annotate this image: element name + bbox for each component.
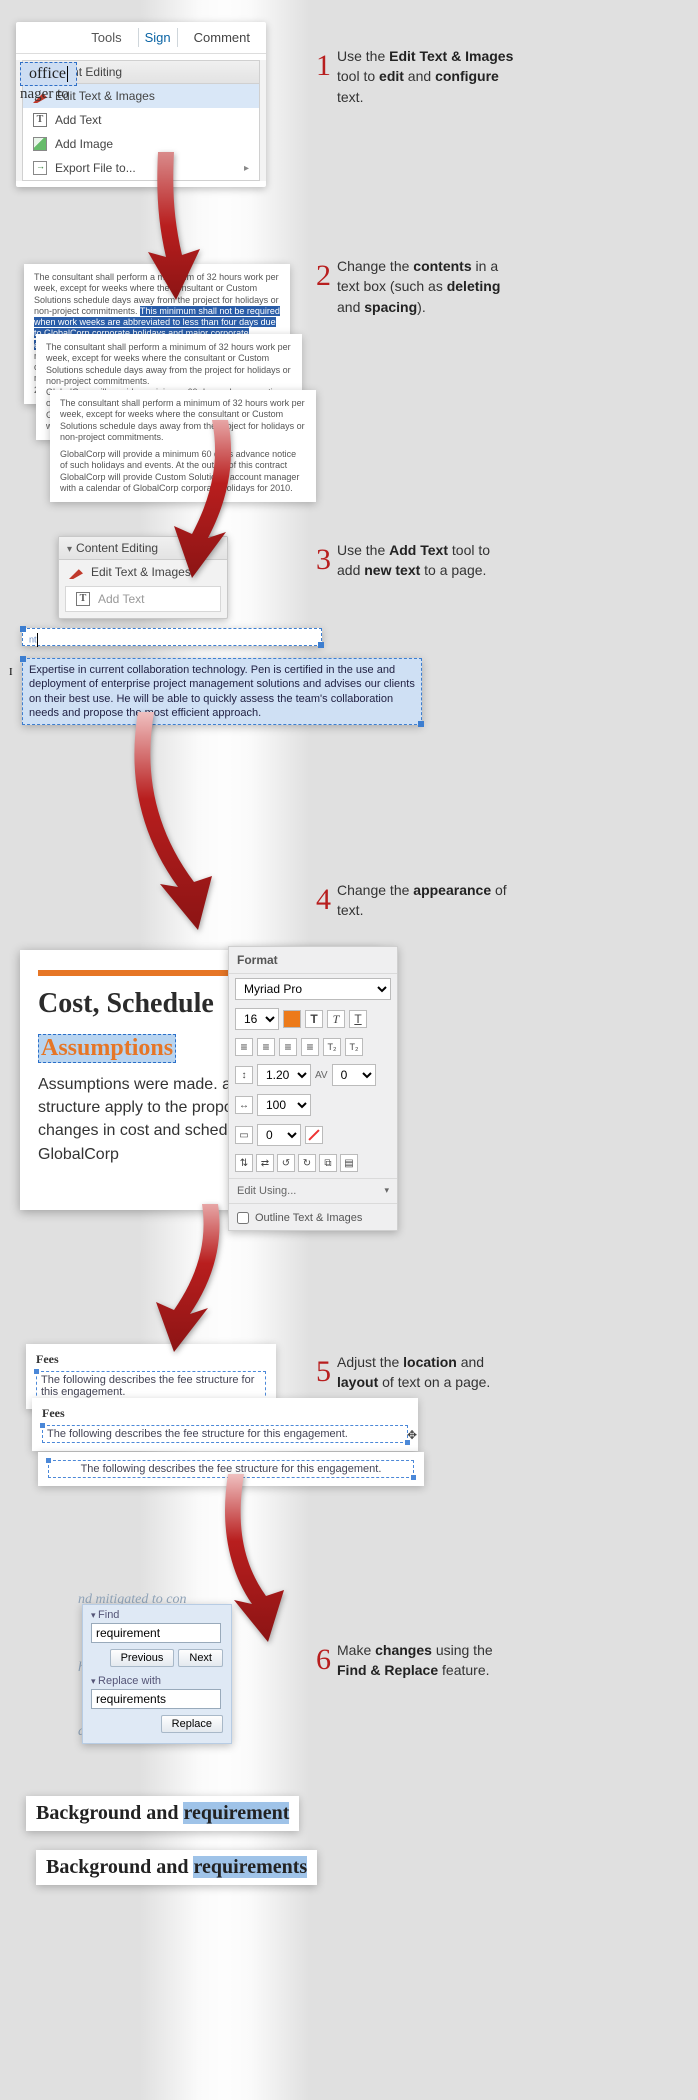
arrow-3-4: [118, 712, 238, 937]
tab-bar: Tools Sign Comment: [16, 22, 266, 54]
selected-text-office[interactable]: office: [20, 62, 77, 86]
text-cursor-icon: [37, 633, 38, 647]
flip-h-button[interactable]: ⇄: [256, 1154, 274, 1172]
step-1-caption: 1 Use the Edit Text & Images tool to edi…: [316, 46, 516, 107]
align-left-button[interactable]: ≡: [235, 1038, 253, 1056]
char-spacing-select[interactable]: 0: [332, 1064, 376, 1086]
char-spacing-label: AV: [315, 1070, 328, 1081]
previous-button[interactable]: Previous: [110, 1649, 175, 1667]
arrow-1-2: [128, 152, 208, 307]
crop-button[interactable]: ⧉: [319, 1154, 337, 1172]
chevron-right-icon: ▸: [244, 163, 249, 174]
stroke-width-icon: ▭: [235, 1126, 253, 1144]
arrow-2-3: [168, 420, 268, 585]
doc-text-fragment: nager to: [20, 86, 69, 103]
horizontal-scale-select[interactable]: 100: [257, 1094, 311, 1116]
line-height-select[interactable]: 1.20: [257, 1064, 311, 1086]
arrow-4-5: [148, 1204, 248, 1359]
replace-image-button[interactable]: ▤: [340, 1154, 358, 1172]
underline-button[interactable]: T: [349, 1010, 367, 1028]
line-height-icon: ↕: [235, 1066, 253, 1084]
align-right-button[interactable]: ≡: [279, 1038, 297, 1056]
step-6-number: 6: [316, 1638, 331, 1682]
bold-button[interactable]: T: [305, 1010, 323, 1028]
align-justify-button[interactable]: ≡: [301, 1038, 319, 1056]
highlight-requirements: requirements: [193, 1856, 307, 1878]
highlight-requirement: requirement: [183, 1802, 289, 1824]
tab-sign[interactable]: Sign: [138, 28, 178, 47]
move-cursor-icon: ✥: [407, 1428, 417, 1442]
flip-v-button[interactable]: ⇅: [235, 1154, 253, 1172]
step-2-caption: 2 Change the contents in a text box (suc…: [316, 256, 516, 317]
font-family-select[interactable]: Myriad Pro: [235, 978, 391, 1000]
tool-add-text[interactable]: TAdd Text: [23, 108, 259, 132]
step-3-caption: 3 Use the Add Text tool to add new text …: [316, 540, 516, 582]
step-5-number: 5: [316, 1350, 331, 1394]
arrow-5-6: [198, 1474, 298, 1649]
text-cursor-icon: [67, 66, 68, 82]
subscript-button[interactable]: T₂: [345, 1038, 363, 1056]
step-1-number: 1: [316, 44, 331, 88]
color-swatch[interactable]: [283, 1010, 301, 1028]
italic-button[interactable]: T: [327, 1010, 345, 1028]
font-size-select[interactable]: 16: [235, 1008, 279, 1030]
pencil-icon: [69, 565, 83, 579]
add-text-icon: T: [76, 592, 90, 606]
horizontal-scale-icon: ↔: [235, 1096, 253, 1114]
ibeam-cursor-icon: I: [9, 665, 13, 679]
step-5-caption: 5 Adjust the location and layout of text…: [316, 1352, 516, 1394]
superscript-button[interactable]: T₂: [323, 1038, 341, 1056]
result-box-2: Background and requirements: [36, 1850, 317, 1885]
tab-tools[interactable]: Tools: [85, 28, 127, 47]
step-4-caption: 4 Change the appearance of text.: [316, 880, 516, 922]
stroke-color-swatch[interactable]: [305, 1126, 323, 1144]
result-box-1: Background and requirement: [26, 1796, 299, 1831]
tool-add-text-2[interactable]: TAdd Text: [65, 586, 221, 612]
empty-text-box[interactable]: nt: [22, 628, 322, 646]
fees-title-2: Fees: [42, 1406, 408, 1421]
replace-with-label: Replace with: [83, 1671, 231, 1687]
step-6-caption: 6 Make changes using the Find & Replace …: [316, 1640, 516, 1682]
outline-text-images-checkbox[interactable]: Outline Text & Images: [229, 1206, 397, 1230]
step-3-number: 3: [316, 538, 331, 582]
fees-box-2: Fees The following describes the fee str…: [32, 1398, 418, 1451]
rotate-cw-button[interactable]: ↻: [298, 1154, 316, 1172]
format-panel: Format Myriad Pro 16 T T T ≡ ≡ ≡ ≡ T₂ T₂…: [228, 946, 398, 1231]
export-icon: [33, 161, 47, 175]
step-2-number: 2: [316, 254, 331, 298]
step-4-number: 4: [316, 878, 331, 922]
align-center-button[interactable]: ≡: [257, 1038, 275, 1056]
add-text-icon: T: [33, 113, 47, 127]
tab-comment[interactable]: Comment: [188, 28, 256, 47]
replace-input[interactable]: [91, 1689, 221, 1709]
selected-text-assumptions[interactable]: Assumptions: [38, 1034, 176, 1063]
chevron-down-icon: ▾: [384, 1185, 389, 1196]
fees-line-2[interactable]: The following describes the fee structur…: [42, 1425, 408, 1443]
format-header: Format: [229, 947, 397, 974]
next-button[interactable]: Next: [178, 1649, 223, 1667]
add-image-icon: [33, 137, 47, 151]
stroke-width-select[interactable]: 0: [257, 1124, 301, 1146]
rotate-ccw-button[interactable]: ↺: [277, 1154, 295, 1172]
replace-button[interactable]: Replace: [161, 1715, 223, 1733]
fees-line-1[interactable]: The following describes the fee structur…: [36, 1371, 266, 1401]
edit-using-menu[interactable]: Edit Using... ▾: [229, 1181, 397, 1201]
